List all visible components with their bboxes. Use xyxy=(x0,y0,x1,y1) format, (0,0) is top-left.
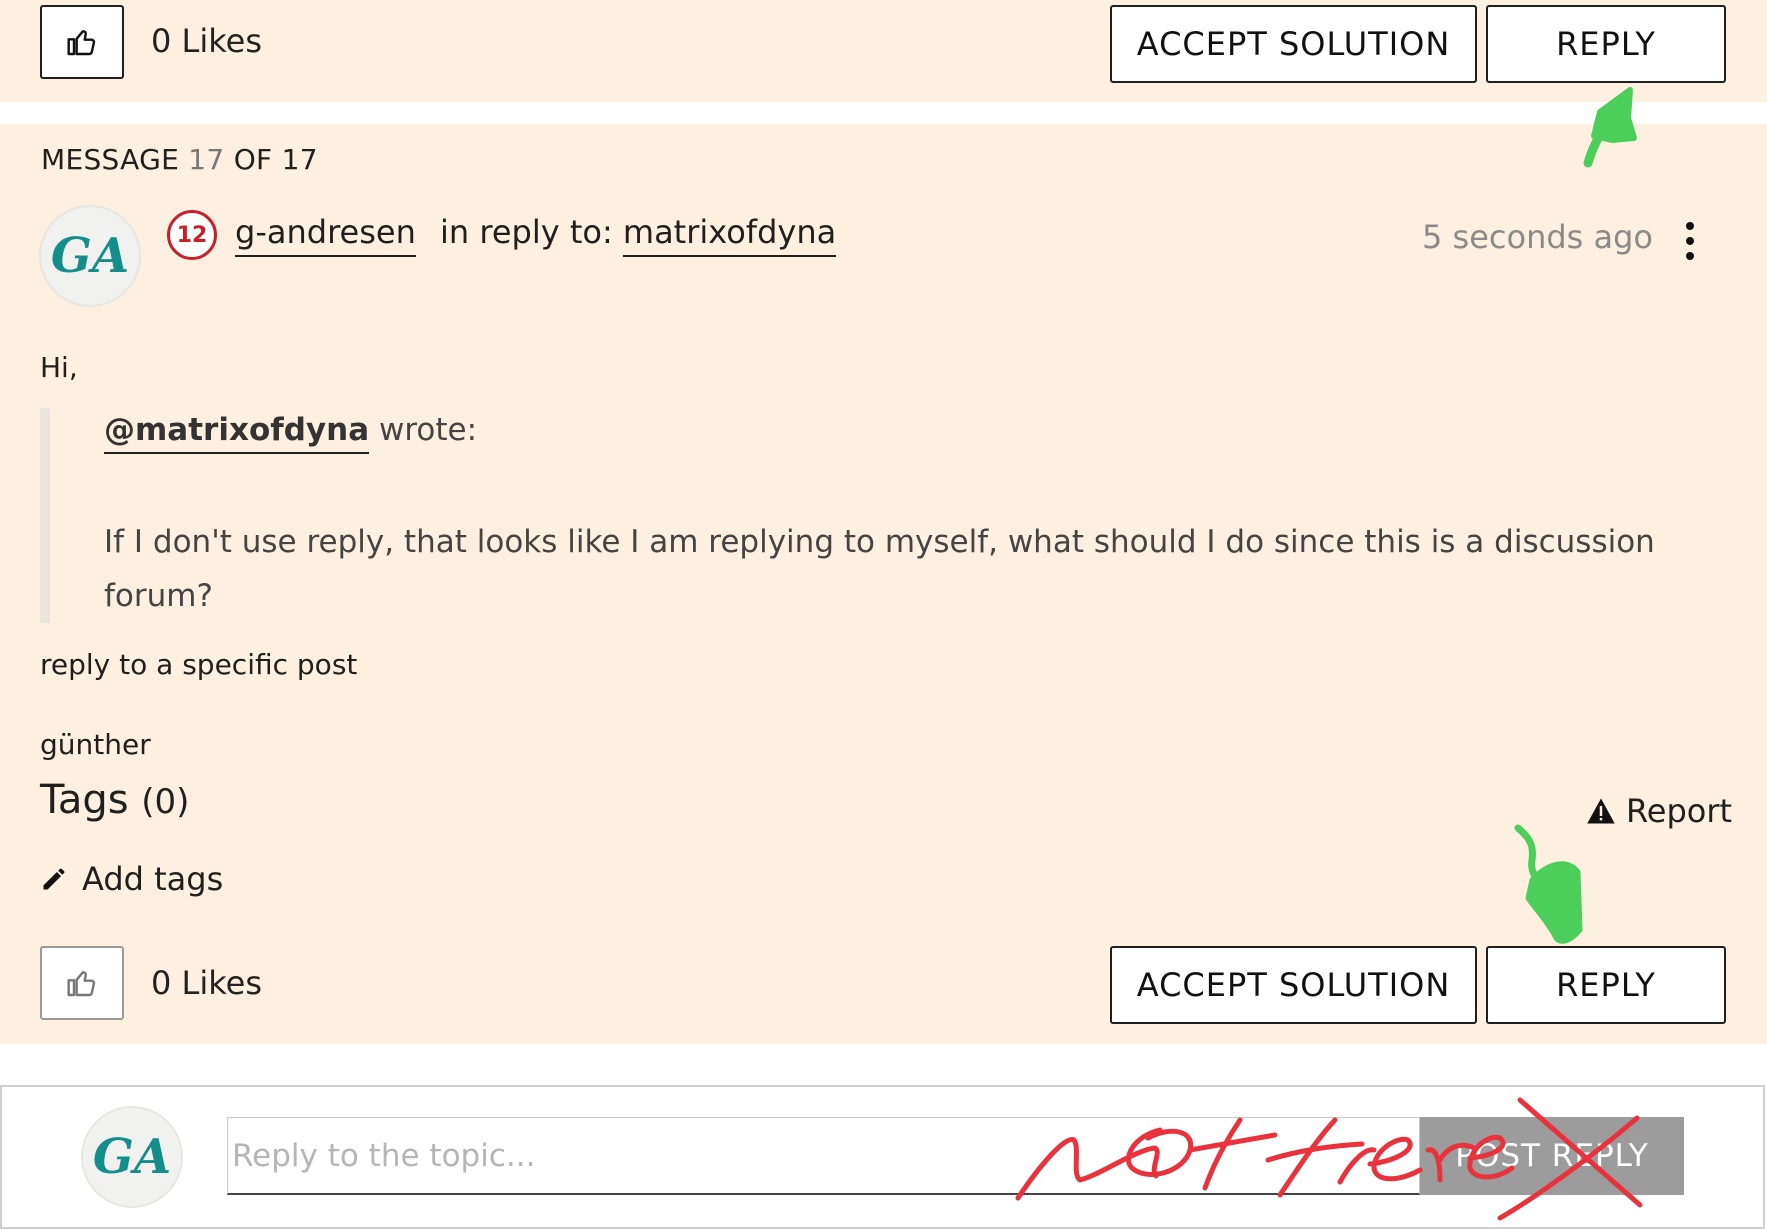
in-reply-to-user-link[interactable]: matrixofdyna xyxy=(622,213,837,257)
reply-input[interactable] xyxy=(227,1117,1420,1195)
avatar-initials: GA xyxy=(50,228,130,284)
pencil-icon xyxy=(43,868,65,890)
message-counter-prefix: MESSAGE xyxy=(41,143,180,176)
quote-header: @matrixofdyna wrote: xyxy=(104,412,478,454)
reply-button-top[interactable]: REPLY xyxy=(1486,5,1726,83)
message-body: reply to a specific post xyxy=(40,648,358,681)
rank-badge-icon: 12 xyxy=(167,210,217,260)
tags-heading: Tags (0) xyxy=(40,777,189,823)
accept-solution-button-bottom[interactable]: ACCEPT SOLUTION xyxy=(1110,946,1477,1024)
accept-solution-button-top[interactable]: ACCEPT SOLUTION xyxy=(1110,5,1477,83)
message-counter: MESSAGE 17 OF 17 xyxy=(41,143,318,176)
warning-icon xyxy=(1587,798,1615,824)
add-tags-label: Add tags xyxy=(82,860,224,898)
message-counter-suffix: OF 17 xyxy=(233,143,318,176)
rank-badge-number: 12 xyxy=(176,222,208,248)
message-greeting: Hi, xyxy=(40,351,78,384)
composer-avatar-initials: GA xyxy=(92,1129,172,1185)
thumbs-up-icon xyxy=(67,971,96,997)
quote-text: If I don't use reply, that looks like I … xyxy=(104,524,1655,614)
post-reply-button[interactable]: POST REPLY xyxy=(1420,1117,1684,1195)
message-signature: günther xyxy=(40,728,151,761)
author-avatar[interactable]: GA xyxy=(39,205,141,307)
author-line: g-andresen in reply to: matrixofdyna xyxy=(235,213,837,257)
reply-button-bottom[interactable]: REPLY xyxy=(1486,946,1726,1024)
thumbs-up-icon xyxy=(67,30,96,56)
message-timestamp: 5 seconds ago xyxy=(1422,218,1653,256)
tags-count: (0) xyxy=(141,782,190,822)
message-counter-index: 17 xyxy=(188,143,225,176)
add-tags-link[interactable]: Add tags xyxy=(40,860,223,898)
report-label: Report xyxy=(1626,792,1733,830)
likes-count-top: 0 Likes xyxy=(151,22,262,60)
quote-wrote-label: wrote: xyxy=(378,412,478,448)
like-button-bottom[interactable] xyxy=(40,946,124,1020)
author-link[interactable]: g-andresen xyxy=(235,213,416,257)
in-reply-to-label: in reply to: xyxy=(440,213,613,251)
like-button-top[interactable] xyxy=(40,5,124,79)
tags-title: Tags xyxy=(40,777,129,823)
more-options-icon[interactable] xyxy=(1683,222,1697,260)
quote-mention-link[interactable]: @matrixofdyna xyxy=(104,412,370,454)
report-link[interactable]: Report xyxy=(1586,792,1732,830)
quote-bar xyxy=(40,408,50,623)
likes-count-bottom: 0 Likes xyxy=(151,964,262,1002)
composer-avatar: GA xyxy=(81,1106,183,1208)
